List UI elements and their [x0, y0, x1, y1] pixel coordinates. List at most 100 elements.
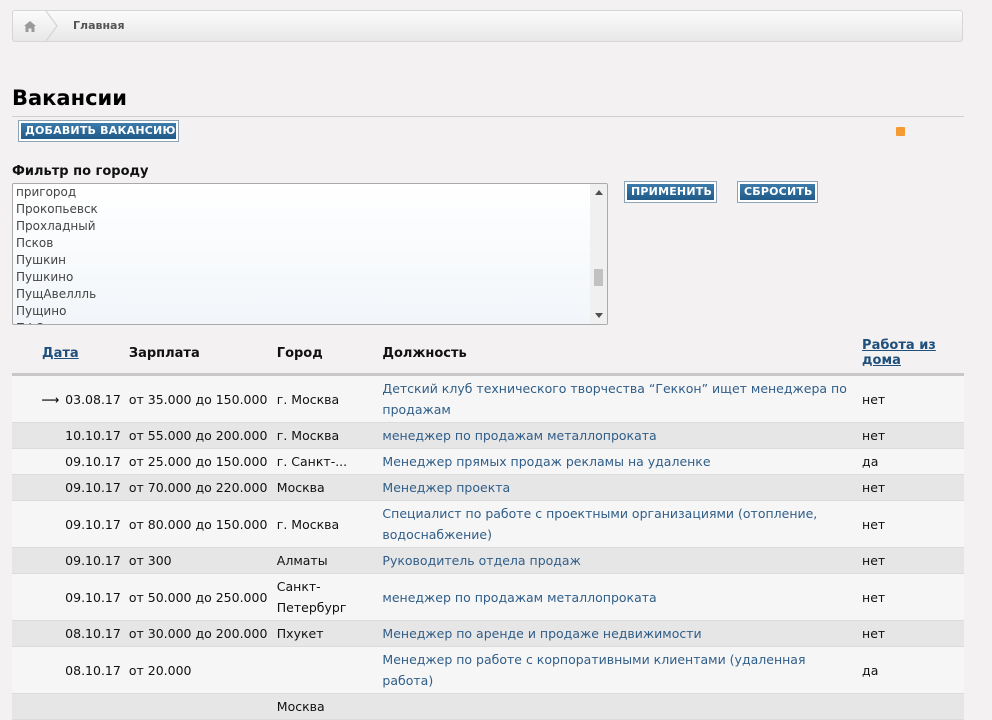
city-list-scrollbar[interactable] [590, 184, 607, 324]
add-vacancy-label: ДОБАВИТЬ ВАКАНСИЮ [21, 123, 176, 139]
table-row[interactable]: 09.10.17 от 80.000 до 150.000 г. Москва Спе… [12, 500, 964, 548]
cell-salary: от 25.000 до 150.000 [128, 454, 268, 469]
city-option[interactable]: пригород [13, 184, 607, 201]
cell-city: Алматы [276, 553, 328, 568]
vacancy-link[interactable]: Менеджер по работе с корпоративными клие… [382, 652, 805, 688]
home-icon[interactable] [13, 11, 47, 41]
cell-city [273, 647, 379, 694]
table-row[interactable]: 09.10.17 от 25.000 до 150.000 г. Санкт-...… [12, 448, 964, 475]
table-row[interactable]: 09.10.17 от 300 Алматы Руководитель отдела … [12, 547, 964, 574]
cell-city: Москва [276, 699, 325, 714]
cell-position: Менеджер по работе с корпоративными клие… [378, 647, 858, 694]
date-text: 10.10.17 [65, 428, 121, 443]
table-header-row: Дата Зарплата Город Должность Работа из … [12, 333, 964, 376]
cell-city: Москва [276, 480, 325, 495]
date-text: 08.10.17 [65, 626, 121, 641]
cell-salary: от 70.000 до 220.000 [128, 480, 268, 495]
filter-label: Фильтр по городу [12, 164, 149, 179]
cell-position [378, 694, 858, 720]
table-row[interactable]: 10.10.17 от 55.000 до 200.000 г. Москва мен… [12, 422, 964, 449]
city-option[interactable]: Пушкин [13, 252, 607, 269]
header-date[interactable]: Дата [12, 333, 125, 376]
vacancy-link[interactable]: Руководитель отдела продаж [382, 553, 580, 568]
city-filter-list[interactable]: пригород Прокопьевск Прохладный Псков Пушкин… [12, 183, 608, 325]
date-text: 08.10.17 [65, 662, 121, 678]
add-vacancy-button[interactable]: ДОБАВИТЬ ВАКАНСИЮ [18, 120, 179, 142]
date-text: 09.10.17 [65, 480, 121, 495]
vacancy-link[interactable]: менеджер по продажам металлопроката [382, 590, 656, 605]
cell-position: менеджер по продажам металлопроката [378, 423, 858, 449]
cell-remote: да [862, 454, 879, 469]
city-option[interactable]: Прохладный [13, 218, 607, 235]
cell-salary: от 80.000 до 150.000 [128, 516, 268, 532]
sort-remote-link[interactable]: Работа из дома [862, 338, 936, 368]
table-row[interactable]: 09.10.17 от 50.000 до 250.000 Санкт-Петерб… [12, 573, 964, 621]
date-text: 09.10.17 [65, 454, 121, 469]
header-salary: Зарплата [124, 333, 273, 376]
apply-filter-button[interactable]: ПРИМЕНИТЬ [624, 181, 717, 203]
table-row[interactable]: 08.10.17 от 30.000 до 200.000 Пхукет Менедж… [12, 620, 964, 647]
cell-salary: от 35.000 до 150.000 [128, 391, 268, 407]
cell-date: 09.10.17 [12, 449, 125, 475]
cell-remote: нет [862, 553, 886, 568]
cell-position: Менеджер проекта [378, 475, 858, 501]
city-option[interactable]: Пущино [13, 303, 607, 320]
city-option[interactable]: Прокопьевск [13, 201, 607, 218]
vacancy-link[interactable]: Менеджер прямых продаж рекламы на удален… [382, 454, 710, 469]
apply-filter-label: ПРИМЕНИТЬ [627, 184, 714, 200]
cell-date: 08.10.17 [12, 647, 125, 694]
cell-city: Пхукет [276, 626, 324, 641]
cell-date: 10.10.17 [12, 423, 125, 449]
cell-remote: нет [862, 589, 886, 605]
cell-date: 09.10.17 [12, 501, 125, 548]
cell-position: Менеджер прямых продаж рекламы на удален… [378, 449, 858, 475]
cell-salary: от 30.000 до 200.000 [128, 626, 268, 641]
cell-position: Руководитель отдела продаж [378, 548, 858, 574]
cell-salary: от 20.000 [128, 662, 192, 678]
date-text: 09.10.17 [65, 589, 121, 605]
date-text: 03.08.17 [65, 391, 121, 407]
reset-filter-button[interactable]: СБРОСИТЬ [737, 181, 818, 203]
cell-date: 09.10.17 [12, 548, 125, 574]
vacancy-link[interactable]: Менеджер по аренде и продаже недвижимост… [382, 626, 701, 641]
cell-date: ⟶ 03.08.17 [12, 375, 125, 423]
vacancy-link[interactable]: Специалист по работе с проектными органи… [382, 506, 817, 542]
header-remote[interactable]: Работа из дома [858, 333, 964, 376]
cell-remote: да [862, 662, 879, 678]
cell-remote: нет [862, 428, 886, 443]
header-position: Должность [378, 333, 859, 376]
city-option[interactable]: ПущАвеллль [13, 286, 607, 303]
breadcrumb-separator [45, 11, 58, 41]
vacancy-link[interactable]: Детский клуб технического творчества “Ге… [382, 381, 846, 417]
table-row[interactable]: ⟶ 03.08.17 от 35.000 до 150.000 г. Москва Де… [12, 374, 964, 423]
cell-date: 09.10.17 [12, 574, 125, 621]
city-option[interactable]: Пушкино [13, 269, 607, 286]
cell-city: г. Москва [276, 428, 340, 443]
table-row[interactable]: Москва [12, 693, 964, 720]
table-row[interactable]: 08.10.17 от 20.000 Менеджер по работе с ко… [12, 646, 964, 694]
breadcrumb-current: Главная [73, 19, 125, 32]
pointer-arrow-icon: ⟶ [41, 391, 60, 407]
cell-salary [125, 694, 273, 720]
city-option[interactable]: Псков [13, 235, 607, 252]
cell-salary: от 300 [128, 553, 172, 568]
divider [12, 116, 964, 117]
vacancy-link[interactable]: менеджер по продажам металлопроката [382, 428, 656, 443]
scroll-down-icon[interactable] [595, 313, 603, 318]
city-option[interactable]: ПФО [13, 320, 607, 324]
cell-remote [858, 694, 964, 720]
vacancy-link[interactable]: Менеджер проекта [382, 480, 510, 495]
cell-remote: нет [862, 626, 886, 641]
cell-city: г. Санкт-... [276, 454, 348, 469]
scroll-up-icon[interactable] [595, 190, 603, 195]
city-items: пригород Прокопьевск Прохладный Псков Пушкин… [13, 184, 607, 324]
page-title: Вакансии [12, 86, 127, 110]
cell-remote: нет [862, 391, 886, 407]
sort-date-link[interactable]: Дата [42, 346, 79, 361]
cell-position: Специалист по работе с проектными органи… [378, 501, 858, 548]
table-row[interactable]: 09.10.17 от 70.000 до 220.000 Москва Менедж… [12, 474, 964, 501]
date-text: 09.10.17 [65, 516, 121, 532]
header-city: Город [272, 333, 379, 376]
rss-icon[interactable] [896, 127, 905, 136]
scroll-thumb[interactable] [594, 269, 603, 286]
